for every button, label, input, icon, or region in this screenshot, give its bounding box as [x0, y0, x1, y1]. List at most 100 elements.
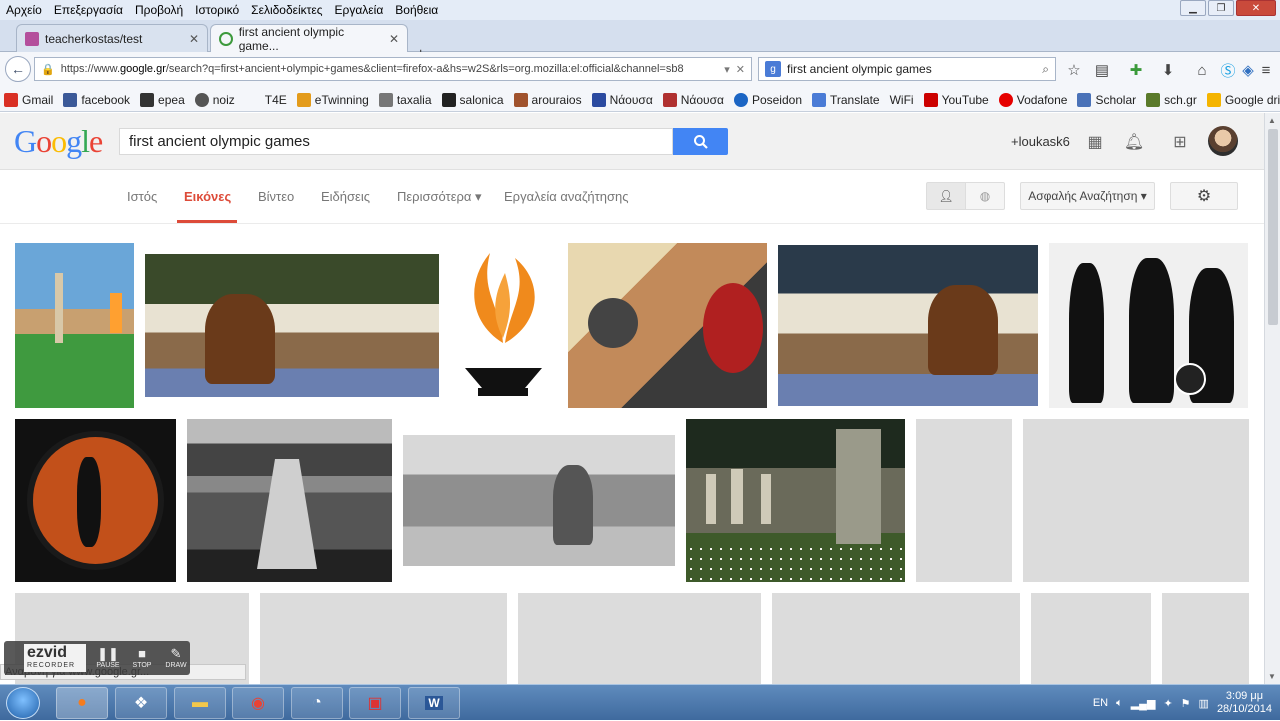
close-tab-icon[interactable]: ✕: [389, 32, 399, 46]
taskbar-media[interactable]: ◔: [291, 687, 343, 719]
tab-web[interactable]: Ιστός: [127, 189, 157, 204]
add-on-icon[interactable]: ✚: [1126, 60, 1146, 80]
bookmark-sch-gr[interactable]: sch.gr: [1146, 92, 1197, 107]
scroll-down-icon[interactable]: ▼: [1268, 672, 1276, 681]
menu-file[interactable]: Αρχείο: [0, 3, 48, 17]
google-logo[interactable]: Google: [14, 123, 103, 160]
close-window-icon[interactable]: ✕: [1236, 0, 1276, 16]
pause-button[interactable]: ❚❚ PAUSE: [92, 645, 124, 671]
close-tab-icon[interactable]: ✕: [189, 32, 199, 46]
image-result[interactable]: [15, 419, 176, 582]
bookmark-etwinning[interactable]: eTwinning: [296, 92, 369, 107]
image-result[interactable]: [187, 419, 392, 582]
image-result[interactable]: [778, 245, 1038, 406]
maximize-icon[interactable]: ❐: [1208, 0, 1234, 16]
bookmark-epea[interactable]: epea: [140, 92, 185, 107]
image-result[interactable]: [686, 419, 905, 582]
bookmark-translate[interactable]: Translate: [812, 92, 880, 107]
bookmark-arouraios[interactable]: arouraios: [513, 92, 582, 107]
image-result[interactable]: [1049, 243, 1248, 408]
flag-icon[interactable]: ⚑: [1181, 697, 1191, 710]
dropdown-icon[interactable]: ▾: [724, 63, 730, 76]
apps-grid-icon[interactable]: ▦: [1084, 131, 1106, 153]
menu-icon[interactable]: ≡: [1256, 60, 1276, 80]
network-icon[interactable]: ▥: [1199, 697, 1209, 710]
scrollbar-thumb[interactable]: [1268, 129, 1278, 325]
tab-teacherkostas[interactable]: teacherkostas/test ✕: [16, 24, 208, 52]
settings-button[interactable]: ⚙: [1170, 182, 1238, 210]
notifications-bell-icon[interactable]: 🔔︎: [1123, 131, 1145, 153]
bookmark-scholar[interactable]: Scholar: [1077, 92, 1136, 107]
start-button[interactable]: [6, 687, 40, 719]
menu-history[interactable]: Ιστορικό: [189, 3, 245, 17]
image-result-placeholder[interactable]: [1162, 593, 1249, 684]
skype-icon[interactable]: Ⓢ: [1218, 60, 1238, 80]
language-indicator[interactable]: EN: [1093, 697, 1108, 709]
bookmark-facebook[interactable]: facebook: [63, 92, 130, 107]
tab-search-results[interactable]: first ancient olympic game... ✕: [210, 24, 408, 53]
volume-icon[interactable]: 🔈︎: [1116, 697, 1123, 710]
scroll-up-icon[interactable]: ▲: [1268, 116, 1276, 125]
bookmark-youtube[interactable]: YouTube: [923, 92, 989, 107]
image-result-placeholder[interactable]: [260, 593, 507, 684]
bookmark-vodafone[interactable]: Vodafone: [998, 92, 1067, 107]
image-result[interactable]: [568, 243, 767, 408]
bookmark-gmail[interactable]: Gmail: [4, 92, 53, 107]
image-result-placeholder[interactable]: [1031, 593, 1151, 684]
bookmark-naousa-2[interactable]: Νάουσα: [662, 92, 724, 107]
clipboard-icon[interactable]: ▤: [1092, 60, 1112, 80]
taskbar-firefox[interactable]: ●: [56, 687, 108, 719]
browser-search-box[interactable]: g first ancient olympic games ⌕: [758, 57, 1056, 81]
stop-button[interactable]: ■ STOP: [126, 645, 158, 671]
bookmark-poseidon[interactable]: Poseidon: [733, 92, 802, 107]
tab-news[interactable]: Ειδήσεις: [321, 189, 370, 204]
search-icon[interactable]: ⌕: [1042, 62, 1049, 77]
user-link[interactable]: +loukask6: [1011, 134, 1070, 149]
tray-icon[interactable]: ✦: [1163, 697, 1172, 710]
tab-videos[interactable]: Βίντεο: [258, 189, 294, 204]
bookmark-noiz[interactable]: noiz: [194, 92, 235, 107]
vertical-scrollbar[interactable]: ▲ ▼: [1264, 113, 1280, 684]
clock[interactable]: 3:09 μμ 28/10/2014: [1217, 690, 1272, 716]
image-result-placeholder[interactable]: [518, 593, 761, 684]
minimize-icon[interactable]: ▁: [1180, 0, 1206, 16]
bookmark-wifi[interactable]: WiFi: [890, 93, 914, 107]
bookmark-naousa-1[interactable]: Νάουσα: [591, 92, 653, 107]
address-bar[interactable]: 🔒 https://www.google.gr/search?q=first+a…: [34, 57, 752, 81]
signal-icon[interactable]: ▂▄▆: [1131, 697, 1156, 710]
google-search-engine-icon[interactable]: g: [765, 61, 781, 77]
avatar[interactable]: [1208, 126, 1238, 156]
tab-search-tools[interactable]: Εργαλεία αναζήτησης: [504, 189, 629, 204]
tab-images[interactable]: Εικόνες: [184, 189, 231, 204]
stop-icon[interactable]: ✕: [736, 63, 745, 76]
safe-search-dropdown[interactable]: Ασφαλής Αναζήτηση ▾: [1020, 182, 1155, 210]
image-result-placeholder[interactable]: [1023, 419, 1249, 582]
google-search-button[interactable]: [673, 128, 728, 155]
personal-results-button[interactable]: 👤︎: [926, 182, 966, 210]
download-icon[interactable]: ⬇: [1158, 60, 1178, 80]
share-plus-icon[interactable]: ⊞: [1169, 131, 1191, 153]
taskbar-chrome[interactable]: ◉: [232, 687, 284, 719]
image-result-placeholder[interactable]: [916, 419, 1012, 582]
bookmark-t4e[interactable]: T4E: [265, 93, 287, 107]
bookmark-salonica[interactable]: salonica: [441, 92, 504, 107]
share-icon[interactable]: ◈: [1238, 60, 1258, 80]
image-result[interactable]: [450, 243, 557, 408]
google-search-input[interactable]: first ancient olympic games: [119, 128, 673, 155]
menu-bookmarks[interactable]: Σελιδοδείκτες: [245, 3, 328, 17]
menu-help[interactable]: Βοήθεια: [389, 3, 444, 17]
image-result[interactable]: [145, 254, 439, 397]
draw-button[interactable]: ✎ DRAW: [160, 645, 192, 671]
image-result[interactable]: [15, 243, 134, 408]
bookmark-taxalia[interactable]: taxalia: [378, 92, 432, 107]
star-icon[interactable]: ☆: [1064, 60, 1084, 80]
tab-more[interactable]: Περισσότερα ▾: [397, 189, 482, 205]
taskbar-explorer[interactable]: ▬: [174, 687, 226, 719]
taskbar-word[interactable]: W: [408, 687, 460, 719]
back-button[interactable]: ←: [5, 56, 31, 82]
menu-view[interactable]: Προβολή: [129, 3, 189, 17]
menu-tools[interactable]: Εργαλεία: [329, 3, 390, 17]
menu-edit[interactable]: Επεξεργασία: [48, 3, 129, 17]
hide-personal-results-button[interactable]: ◍: [965, 182, 1005, 210]
taskbar-app[interactable]: ▣: [349, 687, 401, 719]
